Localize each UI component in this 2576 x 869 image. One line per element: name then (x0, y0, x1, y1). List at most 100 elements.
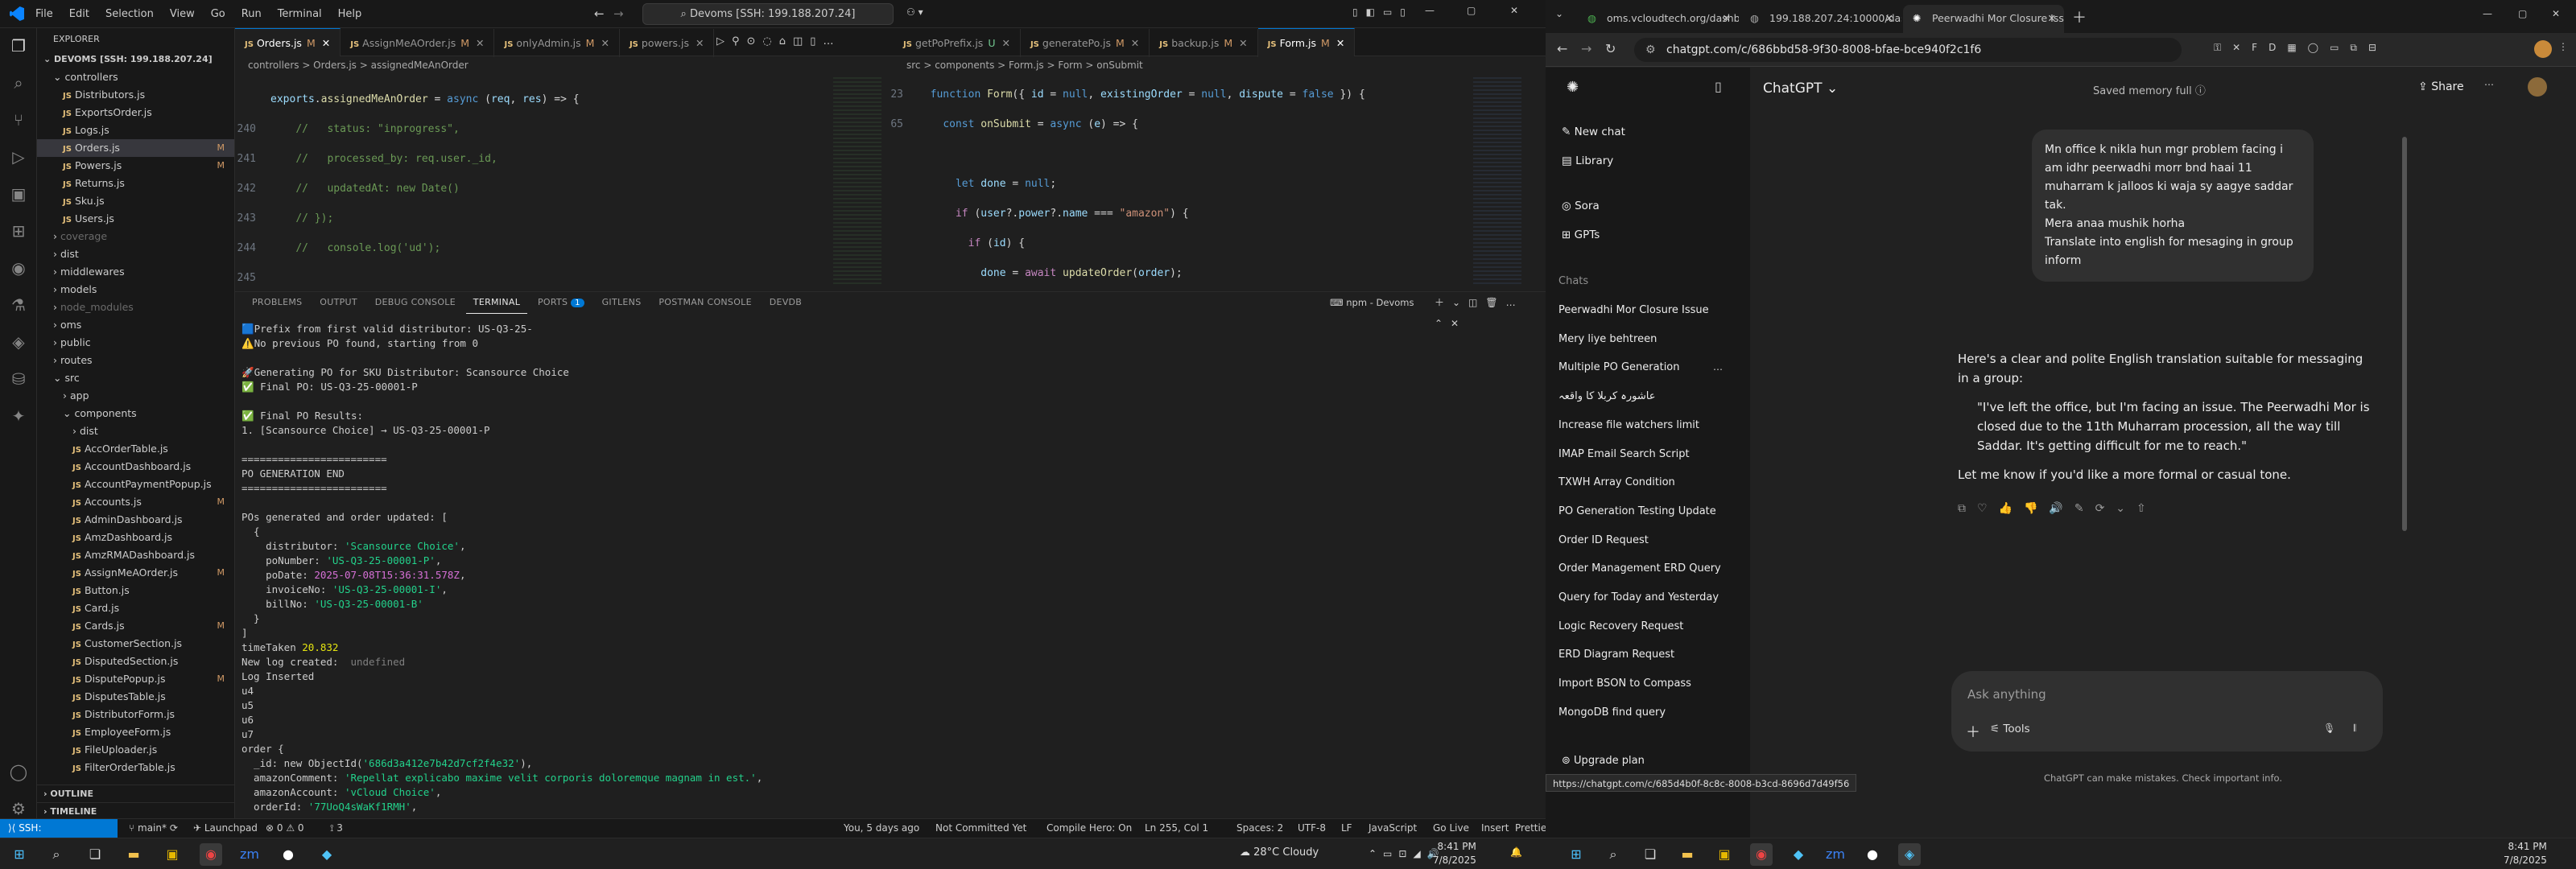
terminal-selector[interactable]: ⌨ npm - Devoms (1330, 292, 1414, 313)
copilot-icon[interactable]: ⚇ ▾ (906, 6, 923, 18)
zoom-icon[interactable]: zm (238, 843, 261, 866)
editor-tab[interactable]: JS generatePo.js M ✕ (1021, 29, 1150, 57)
chat-history-item[interactable]: Query for Today and Yesterday (1558, 591, 1719, 603)
folder-item[interactable]: › routes (37, 352, 234, 369)
files-icon[interactable]: ❐ (7, 35, 30, 57)
file-item[interactable]: JS CustomerSection.js (37, 635, 234, 653)
folder-item[interactable]: ⌄ components (37, 405, 234, 422)
file-item[interactable]: JS Sku.js (37, 192, 234, 210)
minimize-icon[interactable]: — (2483, 8, 2492, 19)
chat-history-item[interactable]: ERD Diagram Request (1558, 649, 1674, 661)
folder-item[interactable]: › coverage (37, 228, 234, 245)
run-editor-icons[interactable]: ▷⚲⊙◌⌂◫▯… (716, 35, 840, 47)
folder-item[interactable]: › models (37, 281, 234, 299)
back-arrow-icon[interactable]: ← (594, 6, 605, 21)
chat-history-item[interactable]: PO Generation Testing Update (1558, 505, 1716, 517)
file-item[interactable]: JS AssignMeAOrder.js M (37, 564, 234, 582)
sora-button[interactable]: ◎ Sora (1562, 200, 1600, 212)
gitlens-icon[interactable]: ◉ (7, 257, 30, 279)
line-ending[interactable]: LF (1341, 819, 1352, 838)
chat-history-item[interactable]: Order ID Request (1558, 534, 1649, 546)
file-item[interactable]: JS Logs.js (37, 121, 234, 139)
upgrade-plan-button[interactable]: ⊚ Upgrade plan (1562, 755, 1645, 767)
postman-icon[interactable]: ✦ (7, 405, 30, 427)
folder-item[interactable]: ⌄ src (37, 369, 234, 387)
close-tab-icon[interactable]: ✕ (1131, 37, 1139, 49)
chat-history-item[interactable]: Increase file watchers limit (1558, 419, 1699, 431)
search-icon[interactable]: ⌕ (7, 72, 30, 94)
file-item[interactable]: JS AccountDashboard.js (37, 458, 234, 476)
gpts-button[interactable]: ⊞ GPTs (1562, 229, 1600, 241)
menu-file[interactable]: File (27, 0, 61, 28)
folder-item[interactable]: › app (37, 387, 234, 405)
message-actions[interactable]: ⧉♡👍👎🔊✎⟳⌄⇧ (1958, 499, 2376, 518)
chrome-icon[interactable]: ◉ (1750, 843, 1773, 866)
close-icon[interactable]: ✕ (2552, 8, 2560, 19)
close-tab-icon[interactable]: ✕ (696, 37, 704, 49)
layout-icons[interactable]: ▯◧▭▯ (1352, 6, 1414, 18)
active-app-icon[interactable]: ◈ (1898, 843, 1921, 866)
close-tab-icon[interactable]: ✕ (1239, 37, 1247, 49)
new-tab-icon[interactable]: ＋ (2072, 6, 2087, 27)
editor-tab[interactable]: JS backup.js M ✕ (1150, 29, 1258, 57)
chat-history-item[interactable]: عاشورہ کربلا کا واقعہ (1558, 390, 1656, 402)
share-button[interactable]: ⇪ Share (2418, 80, 2464, 93)
menu-edit[interactable]: Edit (61, 0, 97, 28)
ports-indicator[interactable]: ⟟ 3 (330, 819, 343, 838)
file-item[interactable]: JS DistributorForm.js (37, 706, 234, 723)
chat-history-item[interactable]: MongoDB find query (1558, 706, 1666, 719)
forward-arrow-icon[interactable]: → (613, 6, 624, 21)
close-tab-icon[interactable]: ✕ (1336, 37, 1344, 49)
remote-indicator[interactable]: ⟩⟨ SSH: 199.188.207.24 (0, 819, 118, 852)
file-item[interactable]: JS Accounts.js M (37, 493, 234, 511)
database-icon[interactable]: ⛁ (7, 368, 30, 390)
cursor-position[interactable]: Ln 255, Col 1 (1145, 819, 1208, 838)
clock[interactable]: 8:41 PM 7/8/2025 (1433, 840, 1476, 867)
settings-gear-icon[interactable]: ⚙ (7, 797, 30, 820)
file-item[interactable]: JS DisputePopup.js M (37, 670, 234, 688)
maximize-icon[interactable]: ▢ (2518, 8, 2527, 19)
chat-history-item[interactable]: Logic Recovery Request (1558, 620, 1683, 632)
minimap-left[interactable] (833, 77, 881, 285)
chrome-icon[interactable]: ◉ (200, 843, 222, 866)
extension-icons[interactable]: ⚿✕FD▦◯▭⧉⊟ (2214, 42, 2388, 54)
git-blame[interactable]: You, 5 days ago (844, 819, 919, 838)
site-info-icon[interactable]: ⚙ (1645, 38, 1656, 62)
file-item[interactable]: JS AdminDashboard.js (37, 511, 234, 529)
folder-item[interactable]: › middlewares (37, 263, 234, 281)
file-item[interactable]: JS Returns.js (37, 175, 234, 192)
menu-go[interactable]: Go (203, 0, 233, 28)
menu-view[interactable]: View (162, 0, 203, 28)
close-tab-icon[interactable]: ✕ (601, 37, 609, 49)
file-item[interactable]: JS AccOrderTable.js (37, 440, 234, 458)
workspace-root[interactable]: ⌄ DEVOMS [SSH: 199.188.207.24] (37, 51, 234, 68)
insert-mode[interactable]: Insert (1481, 819, 1509, 838)
notification-icon[interactable]: 🔔 (1510, 846, 1522, 858)
folder-item[interactable]: › dist (37, 245, 234, 263)
file-explorer-icon[interactable]: ▬ (122, 843, 145, 866)
chrome-menu-icon[interactable]: ⋮ (2558, 41, 2568, 52)
task-view-icon[interactable]: ❏ (1639, 843, 1662, 866)
memory-status[interactable]: Saved memory full ⓘ (2093, 82, 2206, 97)
vscode-taskbar-icon[interactable]: ◆ (316, 843, 338, 866)
file-item[interactable]: JS DisputesTable.js (37, 688, 234, 706)
tab-ports[interactable]: PORTS 1 (530, 292, 592, 314)
minimize-icon[interactable]: — (1425, 5, 1435, 16)
maximize-icon[interactable]: ▢ (1467, 5, 1476, 16)
file-item[interactable]: JS Powers.js M (37, 157, 234, 175)
file-explorer-icon[interactable]: ▬ (1676, 843, 1699, 866)
extensions-icon[interactable]: ⊞ (7, 220, 30, 242)
launchpad-button[interactable]: ✈ Launchpad (193, 819, 258, 838)
chat-history-item[interactable]: Order Management ERD Query (1558, 562, 1721, 575)
windows-start-icon[interactable]: ⊞ (1565, 843, 1587, 866)
store-icon[interactable]: ▣ (161, 843, 184, 866)
more-options-icon[interactable]: ⋯ (2484, 79, 2494, 90)
minimap-right[interactable] (1473, 77, 1521, 285)
close-tab-icon[interactable]: ✕ (476, 37, 484, 49)
back-icon[interactable]: ← (1557, 41, 1567, 56)
forward-icon[interactable]: → (1581, 41, 1591, 56)
editor-tab[interactable]: JS AssignMeAOrder.js M ✕ (341, 29, 495, 57)
task-view-icon[interactable]: ❏ (84, 843, 106, 866)
file-item[interactable]: JS ExportsOrder.js (37, 104, 234, 121)
sidebar-toggle-icon[interactable]: ▯ (1715, 79, 1722, 94)
